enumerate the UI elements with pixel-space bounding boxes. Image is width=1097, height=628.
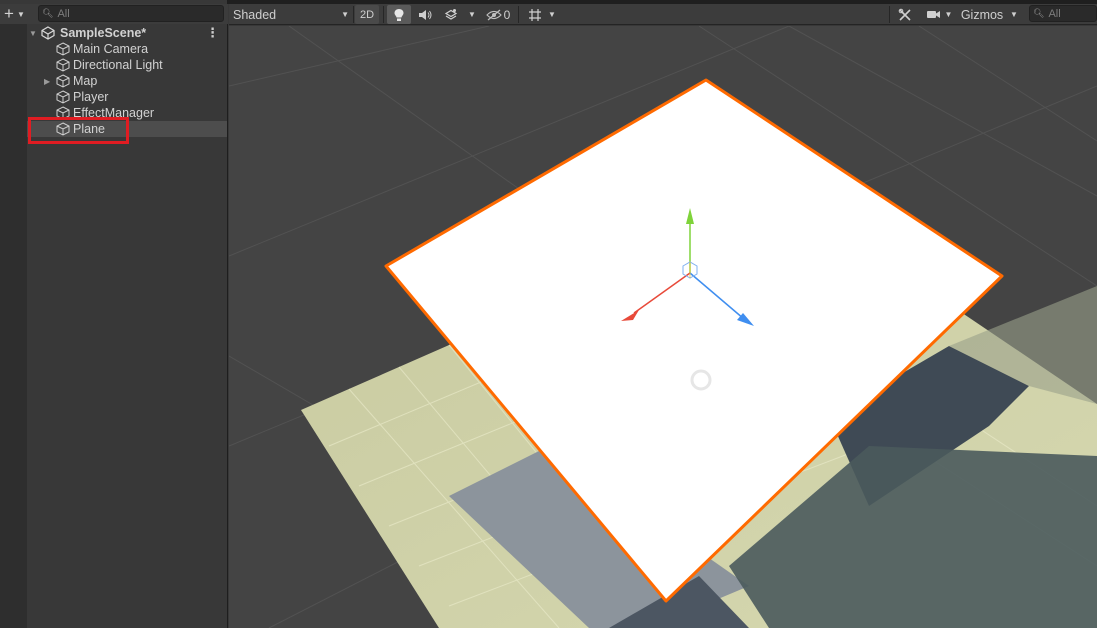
search-icon: 🔍︎ — [1033, 8, 1045, 18]
cube-icon — [56, 42, 70, 56]
toolbar-divider — [518, 6, 519, 23]
unity-scene-icon — [41, 26, 55, 40]
chevron-down-icon: ▼ — [468, 10, 476, 19]
scene-render — [229, 26, 1097, 628]
shading-mode-label: Shaded — [233, 7, 277, 22]
toggle-2d-button[interactable]: 2D — [355, 5, 379, 24]
scene-lighting-toggle[interactable] — [387, 5, 411, 24]
toolbar-divider — [353, 6, 354, 23]
search-icon: 🔍︎ — [42, 8, 54, 18]
grid-dropdown[interactable]: ▼ — [545, 5, 559, 24]
scene-tools-button[interactable] — [893, 5, 917, 24]
hierarchy-search-placeholder: All — [57, 7, 70, 20]
scene-effects-toggle[interactable] — [439, 5, 463, 24]
tree-gutter — [0, 24, 27, 628]
camera-icon — [926, 11, 940, 18]
hierarchy-item-player[interactable]: Player — [27, 89, 227, 105]
gizmos-label: Gizmos — [960, 7, 1004, 22]
hidden-object-count: 0 — [503, 7, 511, 22]
hierarchy-toolbar: + ▼ 🔍︎ All — [0, 4, 228, 24]
more-options-icon[interactable]: ⋮ — [206, 25, 219, 41]
chevron-down-icon: ▼ — [341, 10, 349, 19]
chevron-down-icon: ▼ — [548, 10, 556, 19]
hierarchy-item-label: Directional Light — [73, 58, 163, 72]
scene-camera-dropdown[interactable]: ▼ — [921, 5, 957, 24]
scene-viewport[interactable] — [229, 26, 1097, 628]
scene-toolbar: Shaded ▼ 2D ▼ 0 ▼ ▼ Gizmos ▼ 🔍︎ All — [229, 4, 1097, 25]
scene-name: SampleScene* — [60, 26, 147, 40]
toggle-2d-label: 2D — [359, 8, 375, 21]
grid-icon — [529, 8, 541, 21]
chevron-down-icon: ▼ — [1010, 10, 1018, 19]
gizmos-dropdown[interactable]: ▼ — [1007, 5, 1021, 24]
tools-icon — [898, 8, 911, 21]
toolbar-divider — [383, 6, 384, 23]
cube-icon — [56, 90, 70, 104]
hierarchy-item-label: Main Camera — [73, 42, 149, 56]
hierarchy-item-label: Map — [73, 74, 98, 88]
hierarchy-item-label: Player — [73, 90, 109, 104]
shading-mode-dropdown[interactable]: Shaded ▼ — [231, 5, 351, 24]
effects-icon — [444, 9, 458, 20]
cube-icon — [56, 58, 70, 72]
hierarchy-item-main-camera[interactable]: Main Camera — [27, 41, 227, 57]
expand-arrow-icon[interactable]: ▶ — [44, 77, 50, 86]
hierarchy-search-input[interactable]: 🔍︎ All — [38, 5, 224, 22]
effects-dropdown[interactable]: ▼ — [465, 5, 479, 24]
gizmos-button[interactable]: Gizmos — [955, 5, 1009, 24]
add-object-button[interactable]: + ▼ — [2, 5, 30, 23]
scene-search-placeholder: All — [1048, 7, 1061, 20]
lightbulb-icon — [394, 8, 404, 21]
hierarchy-item-map[interactable]: ▶ Map — [27, 73, 227, 89]
toolbar-divider — [889, 6, 890, 23]
cube-icon — [56, 74, 70, 88]
chevron-down-icon: ▼ — [944, 10, 953, 19]
scene-audio-toggle[interactable] — [413, 5, 437, 24]
annotation-highlight-box — [28, 117, 129, 144]
eye-slash-icon — [485, 9, 502, 20]
hierarchy-panel: + ▼ 🔍︎ All ▼ SampleScene* ⋮ Main Camera … — [0, 0, 228, 628]
plus-icon: + — [4, 4, 14, 23]
hierarchy-item-directional-light[interactable]: Directional Light — [27, 57, 227, 73]
scene-root-item[interactable]: ▼ SampleScene* ⋮ — [27, 25, 227, 41]
speaker-icon — [419, 9, 432, 20]
scene-visibility-toggle[interactable]: 0 — [481, 5, 515, 24]
expand-arrow-icon[interactable]: ▼ — [29, 29, 37, 38]
grid-toggle[interactable] — [523, 5, 547, 24]
scene-search-input[interactable]: 🔍︎ All — [1029, 5, 1097, 22]
chevron-down-icon: ▼ — [17, 9, 25, 19]
